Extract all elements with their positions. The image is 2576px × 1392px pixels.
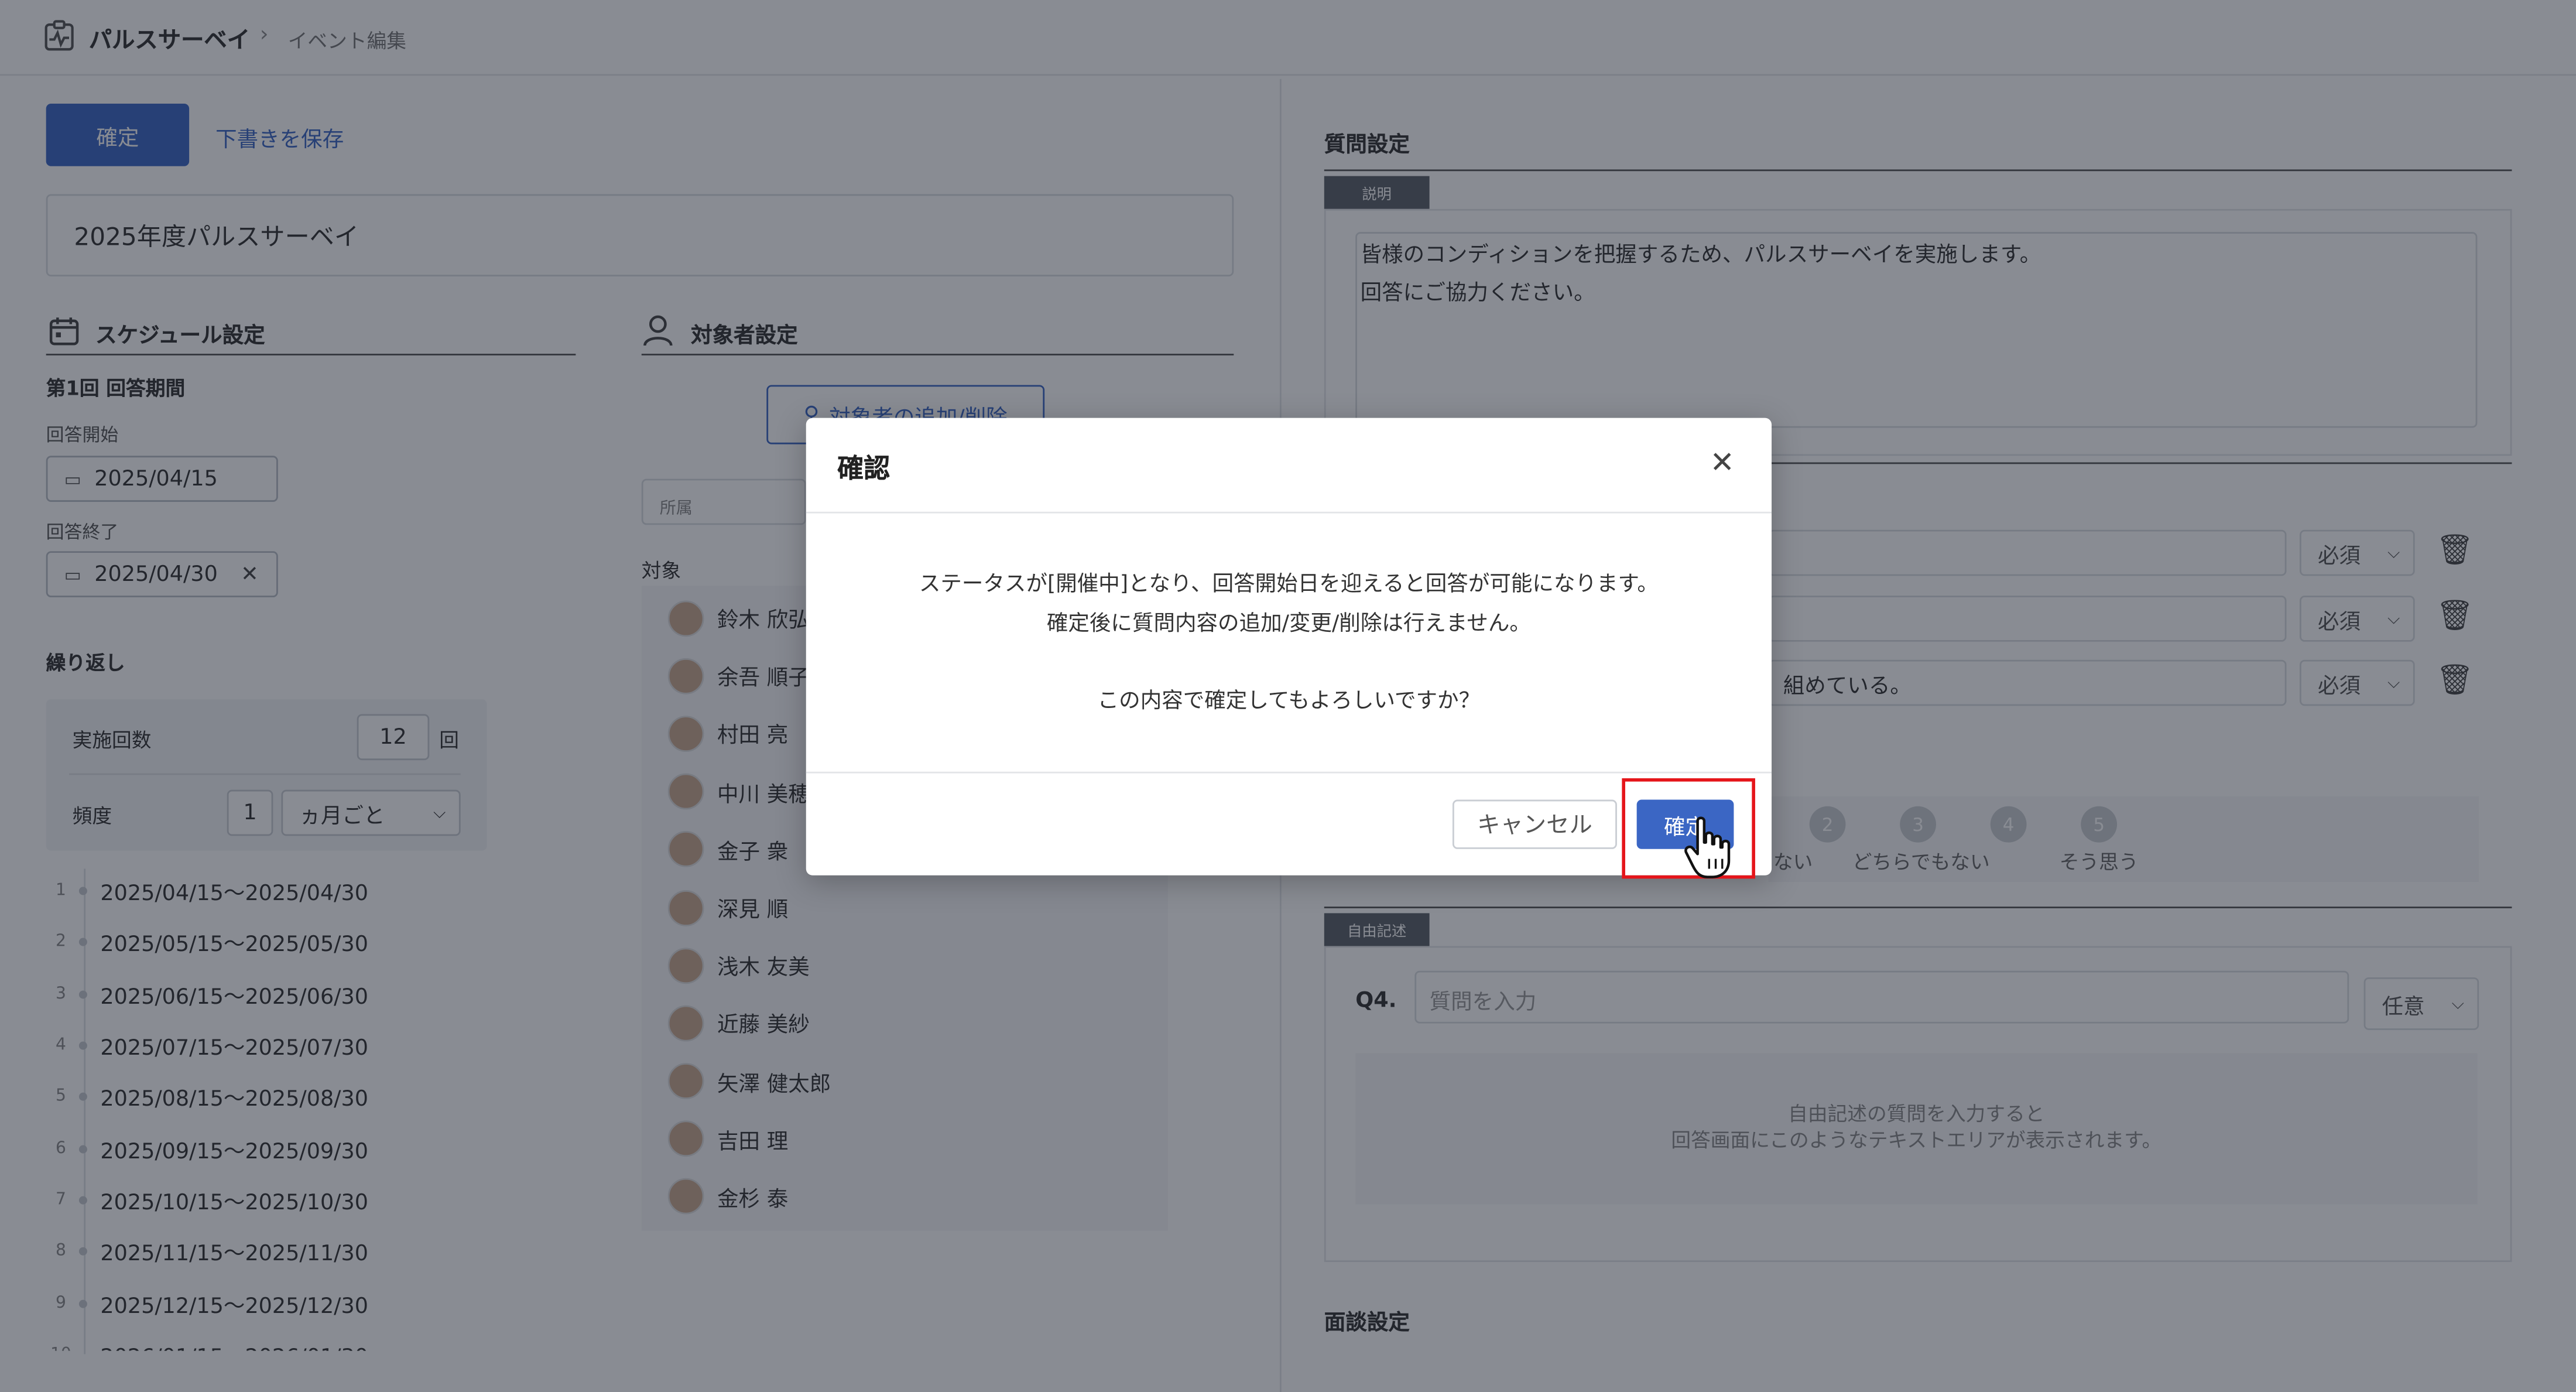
cancel-button[interactable]: キャンセル xyxy=(1452,799,1617,849)
dialog-title: 確認 xyxy=(837,452,890,484)
dialog-footer-divider xyxy=(806,771,1772,774)
dialog-message-line: ステータスが[開催中]となり、回答開始日を迎えると回答が可能になります。 xyxy=(919,572,1659,597)
screen: パルスサーベイ › イベント編集 確定 下書きを保存 2025年度パルスサーベイ… xyxy=(0,0,2576,1392)
hand-pointer-icon xyxy=(1684,816,1731,878)
dialog-message-line: 確定後に質問内容の追加/変更/削除は行えません。 xyxy=(1046,612,1531,637)
dialog-question: この内容で確定してもよろしいですか？ xyxy=(1097,689,1481,714)
dialog-header-divider xyxy=(806,511,1772,514)
close-icon[interactable]: ✕ xyxy=(1706,445,1739,480)
dialog-message: ステータスが[開催中]となり、回答開始日を迎えると回答が可能になります。 確定後… xyxy=(806,566,1772,723)
dialog-spacer xyxy=(806,645,1772,683)
